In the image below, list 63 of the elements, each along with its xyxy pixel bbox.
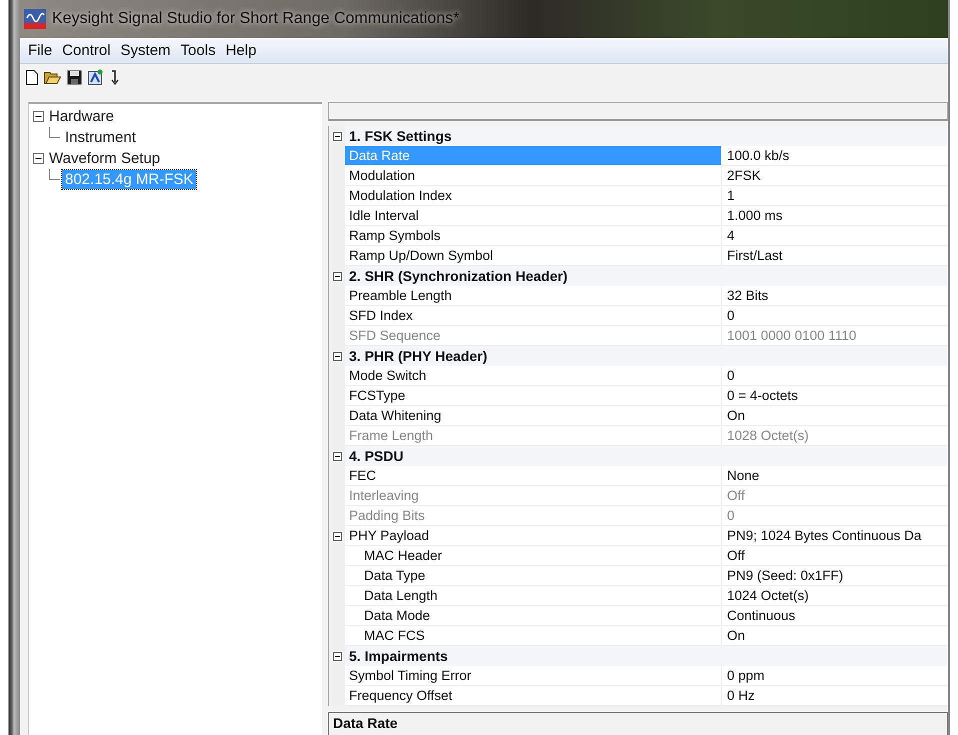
collapse-icon[interactable] bbox=[332, 132, 342, 140]
property-value[interactable]: 4 bbox=[722, 226, 948, 246]
window-title: Keysight Signal Studio for Short Range Communications* bbox=[52, 10, 460, 28]
property-name[interactable]: FEC bbox=[345, 466, 722, 486]
property-name[interactable]: Data Type bbox=[345, 566, 722, 586]
property-name[interactable]: Symbol Timing Error bbox=[345, 666, 722, 686]
menu-item[interactable]: Tools bbox=[176, 42, 220, 59]
tree-item[interactable]: Waveform Setup bbox=[46, 149, 164, 168]
property-value[interactable]: 0 Hz bbox=[722, 686, 948, 706]
property-value[interactable]: 2FSK bbox=[722, 166, 948, 186]
menu-item[interactable]: Help bbox=[222, 42, 260, 59]
property-name[interactable]: PHY Payload bbox=[345, 526, 722, 546]
property-value[interactable]: 32 Bits bbox=[722, 286, 948, 306]
property-value[interactable]: 1024 Octet(s) bbox=[722, 586, 948, 606]
property-value[interactable]: 0 ppm bbox=[722, 666, 948, 686]
property-name[interactable]: Idle Interval bbox=[345, 206, 722, 226]
new-file-icon[interactable] bbox=[26, 70, 38, 84]
property-name[interactable]: Mode Switch bbox=[345, 366, 722, 386]
property-name[interactable]: Modulation Index bbox=[345, 186, 722, 206]
property-name[interactable]: Ramp Symbols bbox=[345, 226, 722, 246]
property-value[interactable]: PN9 (Seed: 0x1FF) bbox=[722, 566, 948, 586]
property-name[interactable]: Modulation bbox=[345, 166, 722, 186]
menu-item[interactable]: System bbox=[116, 42, 175, 59]
collapse-icon[interactable] bbox=[332, 532, 342, 540]
property-value[interactable]: 0 bbox=[722, 366, 948, 386]
property-value[interactable]: 0 bbox=[722, 306, 948, 326]
property-value[interactable]: 100.0 kb/s bbox=[722, 146, 948, 166]
open-folder-icon[interactable] bbox=[44, 70, 61, 84]
collapse-icon[interactable] bbox=[332, 352, 342, 360]
property-value[interactable]: PN9; 1024 Bytes Continuous Da bbox=[722, 526, 948, 546]
category-header[interactable]: 1. FSK Settings bbox=[345, 128, 452, 144]
property-name[interactable]: Preamble Length bbox=[345, 286, 722, 306]
property-value[interactable]: 1.000 ms bbox=[722, 206, 948, 226]
tree-item[interactable]: Hardware bbox=[46, 107, 118, 126]
save-icon[interactable] bbox=[67, 70, 82, 84]
property-value[interactable]: 0 = 4-octets bbox=[722, 386, 948, 406]
collapse-icon[interactable] bbox=[33, 153, 44, 164]
property-value[interactable]: On bbox=[722, 406, 948, 426]
wizard-icon[interactable] bbox=[88, 69, 104, 85]
menu-item[interactable]: Control bbox=[58, 42, 115, 59]
property-name[interactable]: Data Length bbox=[345, 586, 722, 606]
property-name[interactable]: Data Mode bbox=[345, 606, 722, 626]
app-logo-icon bbox=[24, 9, 46, 29]
menu-item[interactable]: File bbox=[24, 42, 56, 59]
tree-item[interactable]: Instrument bbox=[62, 128, 139, 147]
description-title: Data Rate bbox=[333, 715, 398, 731]
down-arrow-icon[interactable] bbox=[110, 70, 119, 84]
property-name[interactable]: MAC Header bbox=[345, 546, 722, 566]
collapse-icon[interactable] bbox=[332, 452, 342, 460]
collapse-icon[interactable] bbox=[33, 111, 44, 122]
category-header[interactable]: 4. PSDU bbox=[345, 448, 404, 464]
category-header[interactable]: 5. Impairments bbox=[345, 648, 448, 664]
property-value[interactable]: None bbox=[722, 466, 948, 486]
property-value[interactable]: Continuous bbox=[722, 606, 948, 626]
collapse-icon[interactable] bbox=[332, 272, 342, 280]
property-value[interactable]: Off bbox=[722, 546, 948, 566]
property-name[interactable]: Data Whitening bbox=[345, 406, 722, 426]
property-name[interactable]: Frequency Offset bbox=[345, 686, 722, 706]
category-header[interactable]: 3. PHR (PHY Header) bbox=[345, 348, 488, 364]
property-value[interactable]: 1 bbox=[722, 186, 948, 206]
property-name[interactable]: SFD Index bbox=[345, 306, 722, 326]
property-name[interactable]: FCSType bbox=[345, 386, 722, 406]
collapse-icon[interactable] bbox=[332, 652, 342, 660]
